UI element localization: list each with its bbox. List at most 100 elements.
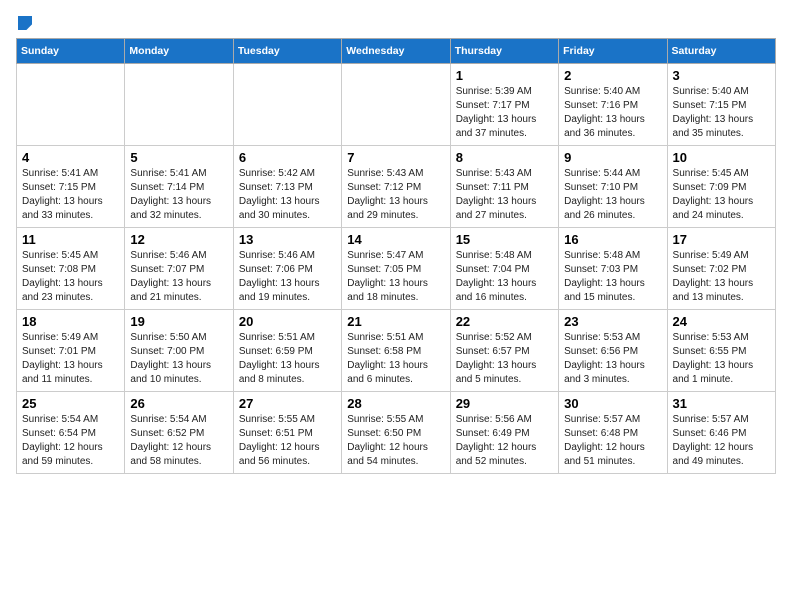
- calendar-cell: 30 Sunrise: 5:57 AM Sunset: 6:48 PM Dayli…: [559, 392, 667, 474]
- day-info: Sunrise: 5:53 AM Sunset: 6:56 PM Dayligh…: [564, 331, 661, 387]
- day-info: Sunrise: 5:46 AM Sunset: 7:07 PM Dayligh…: [130, 249, 227, 305]
- day-number: 11: [22, 232, 119, 247]
- day-number: 23: [564, 314, 661, 329]
- day-number: 3: [673, 68, 770, 83]
- calendar-cell: 22Sunrise: 5:52 AM Sunset: 6:57 PM Dayli…: [450, 310, 558, 392]
- calendar-cell: 3 Sunrise: 5:40 AM Sunset: 7:15 PM Daylig…: [667, 64, 775, 146]
- calendar-cell: 8 Sunrise: 5:43 AM Sunset: 7:11 PM Daylig…: [450, 146, 558, 228]
- calendar-cell: 4 Sunrise: 5:41 AM Sunset: 7:15 PM Daylig…: [17, 146, 125, 228]
- calendar-table: SundayMondayTuesdayWednesdayThursdayFrid…: [16, 38, 776, 474]
- day-number: 15: [456, 232, 553, 247]
- day-info: Sunrise: 5:54 AM Sunset: 6:52 PM Dayligh…: [130, 413, 227, 469]
- day-number: 7: [347, 150, 444, 165]
- calendar-cell: 17 Sunrise: 5:49 AM Sunset: 7:02 PM Dayli…: [667, 228, 775, 310]
- day-number: 30: [564, 396, 661, 411]
- calendar-cell: 19 Sunrise: 5:50 AM Sunset: 7:00 PM Dayli…: [125, 310, 233, 392]
- day-number: 31: [673, 396, 770, 411]
- logo: [16, 16, 32, 30]
- logo-icon: [18, 16, 32, 30]
- calendar-cell: 7 Sunrise: 5:43 AM Sunset: 7:12 PM Daylig…: [342, 146, 450, 228]
- day-number: 6: [239, 150, 336, 165]
- day-info: Sunrise: 5:42 AM Sunset: 7:13 PM Dayligh…: [239, 167, 336, 223]
- day-info: Sunrise: 5:52 AM Sunset: 6:57 PM Dayligh…: [456, 331, 553, 387]
- day-header-saturday: Saturday: [667, 39, 775, 64]
- day-header-friday: Friday: [559, 39, 667, 64]
- day-number: 8: [456, 150, 553, 165]
- day-info: Sunrise: 5:51 AM Sunset: 6:59 PM Dayligh…: [239, 331, 336, 387]
- day-number: 10: [673, 150, 770, 165]
- day-info: Sunrise: 5:53 AM Sunset: 6:55 PM Dayligh…: [673, 331, 770, 387]
- calendar-cell: 13Sunrise: 5:46 AM Sunset: 7:06 PM Dayli…: [233, 228, 341, 310]
- calendar-cell: [17, 64, 125, 146]
- day-header-wednesday: Wednesday: [342, 39, 450, 64]
- day-info: Sunrise: 5:51 AM Sunset: 6:58 PM Dayligh…: [347, 331, 444, 387]
- day-number: 28: [347, 396, 444, 411]
- day-number: 21: [347, 314, 444, 329]
- calendar-cell: 5 Sunrise: 5:41 AM Sunset: 7:14 PM Daylig…: [125, 146, 233, 228]
- calendar-cell: 31 Sunrise: 5:57 AM Sunset: 6:46 PM Dayli…: [667, 392, 775, 474]
- day-number: 25: [22, 396, 119, 411]
- day-number: 4: [22, 150, 119, 165]
- calendar-cell: 24 Sunrise: 5:53 AM Sunset: 6:55 PM Dayli…: [667, 310, 775, 392]
- calendar-cell: 16Sunrise: 5:48 AM Sunset: 7:03 PM Dayli…: [559, 228, 667, 310]
- calendar-cell: 21 Sunrise: 5:51 AM Sunset: 6:58 PM Dayli…: [342, 310, 450, 392]
- day-number: 5: [130, 150, 227, 165]
- calendar-cell: 27Sunrise: 5:55 AM Sunset: 6:51 PM Dayli…: [233, 392, 341, 474]
- day-header-monday: Monday: [125, 39, 233, 64]
- calendar-cell: 28Sunrise: 5:55 AM Sunset: 6:50 PM Dayli…: [342, 392, 450, 474]
- day-info: Sunrise: 5:44 AM Sunset: 7:10 PM Dayligh…: [564, 167, 661, 223]
- day-info: Sunrise: 5:41 AM Sunset: 7:14 PM Dayligh…: [130, 167, 227, 223]
- day-number: 14: [347, 232, 444, 247]
- day-info: Sunrise: 5:45 AM Sunset: 7:09 PM Dayligh…: [673, 167, 770, 223]
- page-header: [16, 16, 776, 30]
- day-info: Sunrise: 5:54 AM Sunset: 6:54 PM Dayligh…: [22, 413, 119, 469]
- calendar-cell: [125, 64, 233, 146]
- calendar-cell: 1 Sunrise: 5:39 AM Sunset: 7:17 PM Daylig…: [450, 64, 558, 146]
- week-row-2: 4 Sunrise: 5:41 AM Sunset: 7:15 PM Daylig…: [17, 146, 776, 228]
- day-info: Sunrise: 5:49 AM Sunset: 7:02 PM Dayligh…: [673, 249, 770, 305]
- day-number: 17: [673, 232, 770, 247]
- day-info: Sunrise: 5:49 AM Sunset: 7:01 PM Dayligh…: [22, 331, 119, 387]
- calendar-cell: 12 Sunrise: 5:46 AM Sunset: 7:07 PM Dayli…: [125, 228, 233, 310]
- day-number: 16: [564, 232, 661, 247]
- calendar-cell: 2Sunrise: 5:40 AM Sunset: 7:16 PM Daylig…: [559, 64, 667, 146]
- calendar-cell: [233, 64, 341, 146]
- calendar-cell: 23 Sunrise: 5:53 AM Sunset: 6:56 PM Dayli…: [559, 310, 667, 392]
- day-number: 1: [456, 68, 553, 83]
- day-info: Sunrise: 5:43 AM Sunset: 7:11 PM Dayligh…: [456, 167, 553, 223]
- day-info: Sunrise: 5:57 AM Sunset: 6:48 PM Dayligh…: [564, 413, 661, 469]
- header-row: SundayMondayTuesdayWednesdayThursdayFrid…: [17, 39, 776, 64]
- day-info: Sunrise: 5:46 AM Sunset: 7:06 PM Dayligh…: [239, 249, 336, 305]
- week-row-4: 18 Sunrise: 5:49 AM Sunset: 7:01 PM Dayli…: [17, 310, 776, 392]
- calendar-cell: 26 Sunrise: 5:54 AM Sunset: 6:52 PM Dayli…: [125, 392, 233, 474]
- calendar-cell: [342, 64, 450, 146]
- day-info: Sunrise: 5:41 AM Sunset: 7:15 PM Dayligh…: [22, 167, 119, 223]
- day-number: 18: [22, 314, 119, 329]
- day-number: 20: [239, 314, 336, 329]
- day-number: 27: [239, 396, 336, 411]
- calendar-cell: 18 Sunrise: 5:49 AM Sunset: 7:01 PM Dayli…: [17, 310, 125, 392]
- calendar-cell: 11 Sunrise: 5:45 AM Sunset: 7:08 PM Dayli…: [17, 228, 125, 310]
- calendar-cell: 6 Sunrise: 5:42 AM Sunset: 7:13 PM Daylig…: [233, 146, 341, 228]
- day-info: Sunrise: 5:56 AM Sunset: 6:49 PM Dayligh…: [456, 413, 553, 469]
- day-number: 29: [456, 396, 553, 411]
- day-number: 2: [564, 68, 661, 83]
- calendar-cell: 25 Sunrise: 5:54 AM Sunset: 6:54 PM Dayli…: [17, 392, 125, 474]
- day-info: Sunrise: 5:45 AM Sunset: 7:08 PM Dayligh…: [22, 249, 119, 305]
- calendar-cell: 9 Sunrise: 5:44 AM Sunset: 7:10 PM Daylig…: [559, 146, 667, 228]
- calendar-cell: 20 Sunrise: 5:51 AM Sunset: 6:59 PM Dayli…: [233, 310, 341, 392]
- day-number: 9: [564, 150, 661, 165]
- week-row-5: 25 Sunrise: 5:54 AM Sunset: 6:54 PM Dayli…: [17, 392, 776, 474]
- day-info: Sunrise: 5:43 AM Sunset: 7:12 PM Dayligh…: [347, 167, 444, 223]
- calendar-cell: 14Sunrise: 5:47 AM Sunset: 7:05 PM Dayli…: [342, 228, 450, 310]
- day-number: 19: [130, 314, 227, 329]
- day-number: 24: [673, 314, 770, 329]
- day-info: Sunrise: 5:50 AM Sunset: 7:00 PM Dayligh…: [130, 331, 227, 387]
- day-number: 12: [130, 232, 227, 247]
- day-info: Sunrise: 5:39 AM Sunset: 7:17 PM Dayligh…: [456, 85, 553, 141]
- calendar-cell: 15Sunrise: 5:48 AM Sunset: 7:04 PM Dayli…: [450, 228, 558, 310]
- day-info: Sunrise: 5:40 AM Sunset: 7:15 PM Dayligh…: [673, 85, 770, 141]
- day-info: Sunrise: 5:57 AM Sunset: 6:46 PM Dayligh…: [673, 413, 770, 469]
- day-header-sunday: Sunday: [17, 39, 125, 64]
- day-number: 26: [130, 396, 227, 411]
